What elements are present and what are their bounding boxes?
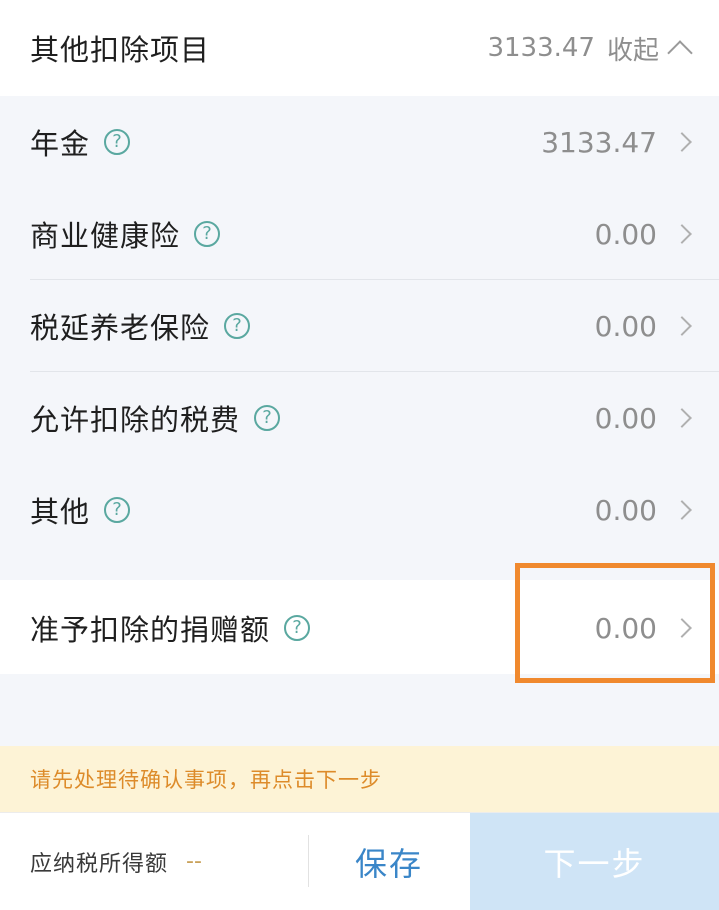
chevron-right-icon xyxy=(672,316,692,336)
item-label: 税延养老保险 xyxy=(30,311,211,345)
deduction-items-list: 年金 ? 3133.47 商业健康险 ? 0.00 税延养老保险 ? 0.00 xyxy=(0,96,719,580)
section-total: 3133.47 xyxy=(487,33,595,63)
item-label: 允许扣除的税费 xyxy=(30,403,241,437)
taxable-income-summary: 应纳税所得额 -- xyxy=(30,813,202,910)
help-circle-icon[interactable]: ? xyxy=(284,615,311,641)
help-circle-icon[interactable]: ? xyxy=(104,129,131,155)
item-value: 0.00 xyxy=(594,401,657,435)
collapse-toggle[interactable]: 3133.47 收起 xyxy=(487,30,693,67)
section-title: 其他扣除项目 xyxy=(30,33,211,67)
item-value: 3133.47 xyxy=(541,125,657,159)
help-circle-icon[interactable]: ? xyxy=(224,313,251,339)
bar-divider xyxy=(308,835,309,887)
next-step-button[interactable]: 下一步 xyxy=(470,813,719,910)
chevron-right-icon xyxy=(672,500,692,520)
chevron-right-icon xyxy=(672,132,692,152)
help-circle-icon[interactable]: ? xyxy=(104,497,131,523)
taxable-income-value: -- xyxy=(186,849,202,874)
chevron-right-icon xyxy=(672,408,692,428)
save-button[interactable]: 保存 xyxy=(310,813,468,910)
chevron-right-icon xyxy=(672,224,692,244)
item-label: 准予扣除的捐赠额 xyxy=(30,613,271,647)
item-label: 商业健康险 xyxy=(30,219,181,253)
list-item-annuity[interactable]: 年金 ? 3133.47 xyxy=(0,96,719,188)
collapse-label: 收起 xyxy=(606,35,659,66)
item-label: 其他 xyxy=(30,495,91,529)
list-item-other[interactable]: 其他 ? 0.00 xyxy=(0,464,719,556)
item-value: 0.00 xyxy=(594,493,657,527)
help-circle-icon[interactable]: ? xyxy=(194,221,221,247)
list-item-health-insurance[interactable]: 商业健康险 ? 0.00 xyxy=(0,188,719,280)
list-item-pension-insurance[interactable]: 税延养老保险 ? 0.00 xyxy=(0,280,719,372)
pending-notice-banner: 请先处理待确认事项，再点击下一步 xyxy=(0,746,719,812)
chevron-up-icon xyxy=(667,40,693,66)
spacer xyxy=(0,674,719,746)
notice-text: 请先处理待确认事项，再点击下一步 xyxy=(30,768,382,792)
item-value: 0.00 xyxy=(594,217,657,251)
item-label: 年金 xyxy=(30,127,91,161)
help-circle-icon[interactable]: ? xyxy=(254,405,281,431)
highlight-annotation-box xyxy=(515,563,715,683)
section-header[interactable]: 其他扣除项目 3133.47 收起 xyxy=(0,0,719,96)
item-value: 0.00 xyxy=(594,309,657,343)
list-item-allowed-taxes[interactable]: 允许扣除的税费 ? 0.00 xyxy=(0,372,719,464)
bottom-action-bar: 应纳税所得额 -- 保存 下一步 xyxy=(0,812,719,910)
taxable-income-label: 应纳税所得额 xyxy=(30,851,169,877)
